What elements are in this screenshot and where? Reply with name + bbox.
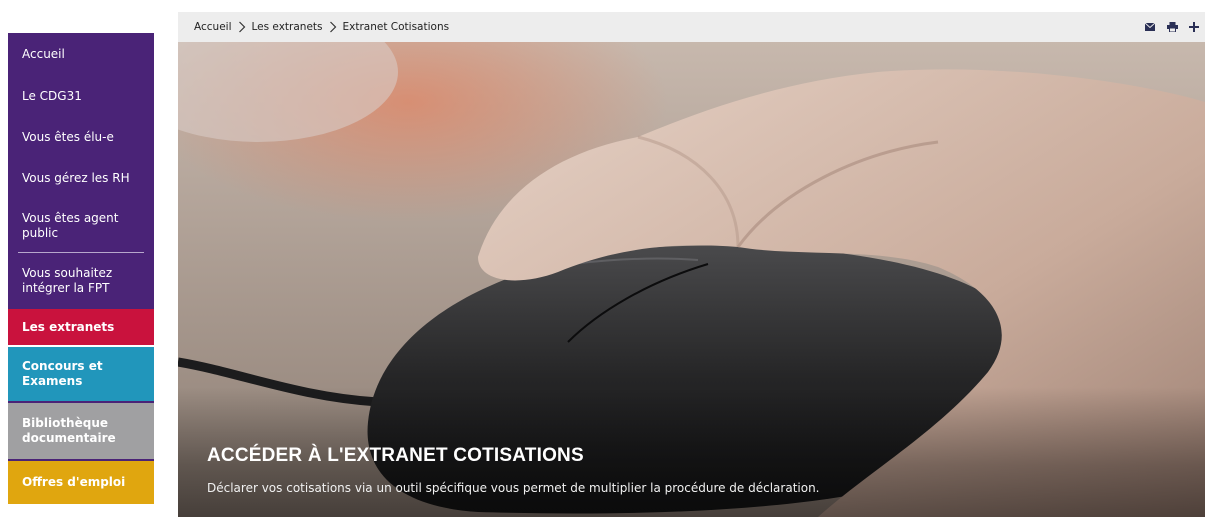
- chevron-right-icon: [329, 21, 337, 33]
- plus-icon[interactable]: [1183, 12, 1205, 42]
- nav-item-label: Vous souhaitez intégrer la FPT: [22, 266, 113, 295]
- nav-item-bibliotheque[interactable]: Bibliothèque documentaire: [8, 403, 154, 461]
- breadcrumb-accueil[interactable]: Accueil: [194, 21, 232, 33]
- nav-item-label: Accueil: [22, 47, 65, 61]
- top-bar: Accueil Les extranets Extranet Cotisatio…: [178, 12, 1205, 42]
- chevron-right-icon: [238, 21, 246, 33]
- breadcrumb: Accueil Les extranets Extranet Cotisatio…: [194, 12, 449, 42]
- nav-item-label: Les extranets: [22, 319, 115, 334]
- nav-item-agent-public[interactable]: Vous êtes agent public: [8, 199, 154, 253]
- hero-banner[interactable]: ACCÉDER À L'EXTRANET COTISATIONS Déclare…: [178, 42, 1205, 517]
- hero-title: ACCÉDER À L'EXTRANET COTISATIONS: [207, 445, 584, 466]
- nav-item-label: Vous êtes élu-e: [22, 130, 114, 144]
- page-tools: [1139, 12, 1205, 42]
- nav-item-accueil[interactable]: Accueil: [8, 33, 154, 76]
- nav-item-label: Vous êtes agent public: [22, 211, 119, 240]
- nav-item-rh[interactable]: Vous gérez les RH: [8, 158, 154, 199]
- envelope-icon[interactable]: [1139, 12, 1161, 42]
- nav-item-extranets[interactable]: Les extranets: [8, 309, 154, 347]
- nav-item-offres-emploi[interactable]: Offres d'emploi: [8, 461, 154, 504]
- printer-icon[interactable]: [1161, 12, 1183, 42]
- nav-item-label: Vous gérez les RH: [22, 171, 130, 185]
- hero-description: Déclarer vos cotisations via un outil sp…: [207, 481, 820, 495]
- nav-item-label: Concours et Examens: [22, 359, 103, 388]
- breadcrumb-extranets[interactable]: Les extranets: [252, 21, 323, 33]
- breadcrumb-current: Extranet Cotisations: [342, 21, 450, 33]
- nav-item-elu[interactable]: Vous êtes élu-e: [8, 117, 154, 158]
- nav-item-label: Le CDG31: [22, 89, 82, 103]
- nav-item-integrer-fpt[interactable]: Vous souhaitez intégrer la FPT: [8, 253, 154, 309]
- nav-item-concours[interactable]: Concours et Examens: [8, 347, 154, 403]
- nav-item-cdg31[interactable]: Le CDG31: [8, 76, 154, 117]
- main-navigation: Accueil Le CDG31 Vous êtes élu-e Vous gé…: [8, 33, 154, 504]
- nav-item-label: Offres d'emploi: [22, 475, 126, 489]
- nav-item-label: Bibliothèque documentaire: [22, 416, 116, 445]
